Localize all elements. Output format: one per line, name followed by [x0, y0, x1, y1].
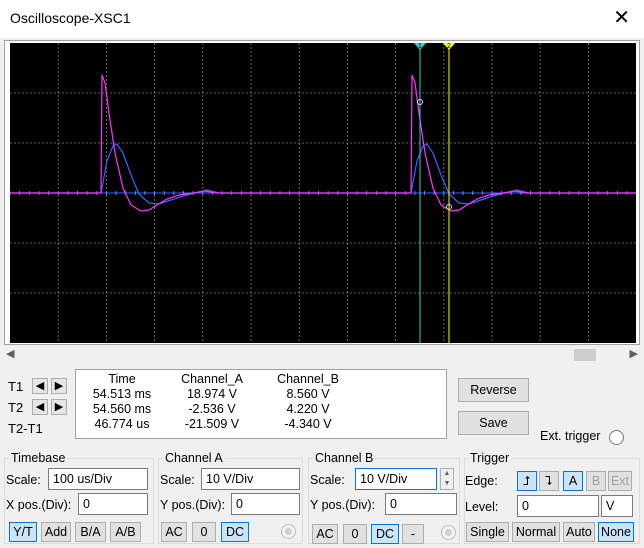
channel-b-radio — [441, 525, 456, 540]
timebase-xpos-label: X pos.(Div): — [6, 498, 72, 512]
channel-a-ypos-label: Y pos.(Div): — [160, 498, 226, 512]
channel-b-ypos-field[interactable]: 0 — [385, 493, 457, 515]
cursor-1-label: 1 — [418, 43, 422, 50]
reverse-button[interactable]: Reverse — [458, 378, 529, 402]
channel-a-scale-field[interactable]: 10 V/Div — [201, 468, 300, 490]
rising-edge-icon[interactable]: ⮥ — [517, 471, 537, 491]
window-title: Oscilloscope-XSC1 — [10, 10, 131, 26]
channel-a-scale-label: Scale: — [160, 473, 195, 487]
trigger-level-label: Level: — [465, 500, 499, 514]
channel-a-radio — [281, 524, 296, 539]
scope-display-frame: 1 2 — [4, 40, 640, 345]
mode-ba-button[interactable]: B/A — [75, 522, 106, 542]
time-header: Time — [108, 372, 136, 386]
scrollbar-thumb[interactable] — [574, 349, 596, 361]
cursor-readout-table: Time 54.513 ms 54.560 ms 46.774 us Chann… — [75, 369, 447, 439]
channel-a-ac-button[interactable]: AC — [161, 522, 187, 542]
channel-a-dc-button[interactable]: DC — [221, 522, 249, 542]
timebase-xpos-field[interactable]: 0 — [78, 493, 148, 515]
time-column: Time 54.513 ms 54.560 ms 46.774 us — [80, 372, 164, 432]
scroll-left-icon[interactable]: ◀ — [6, 347, 14, 360]
scope-screen: 1 2 — [10, 43, 636, 343]
falling-edge-icon[interactable]: ⮧ — [539, 471, 559, 491]
close-icon[interactable]: ✕ — [613, 6, 630, 30]
channel-b-column: Channel_B 8.560 V 4.220 V -4.340 V — [268, 372, 348, 432]
t1-left-arrow-icon[interactable]: ◀ — [32, 378, 48, 394]
channel-b-header: Channel_B — [277, 372, 339, 386]
diff-time: 46.774 us — [94, 417, 150, 431]
trigger-source-b-button: B — [586, 471, 606, 491]
channel-a-column: Channel_A 18.974 V -2.536 V -21.509 V — [172, 372, 252, 432]
trigger-source-ext-button: Ext — [608, 471, 632, 491]
mode-add-button[interactable]: Add — [41, 522, 71, 542]
timebase-scale-label: Scale: — [6, 473, 41, 487]
timebase-title: Timebase — [9, 451, 68, 465]
trigger-normal-button[interactable]: Normal — [512, 522, 560, 542]
channel-a-header: Channel_A — [181, 372, 243, 386]
save-button[interactable]: Save — [458, 411, 529, 435]
t1-channel-b: 8.560 V — [286, 387, 330, 401]
mode-yt-button[interactable]: Y/T — [9, 522, 37, 542]
trigger-edge-label: Edge: — [465, 474, 498, 488]
timebase-scale-field[interactable]: 100 us/Div — [48, 468, 148, 490]
t2-channel-a: -2.536 V — [188, 402, 236, 416]
channel-a-zero-button[interactable]: 0 — [192, 522, 216, 542]
scroll-right-icon[interactable]: ▶ — [630, 347, 638, 360]
ext-trigger-radio[interactable] — [609, 430, 624, 445]
t1-time: 54.513 ms — [92, 387, 152, 401]
channel-b-title: Channel B — [313, 451, 376, 465]
t2-label: T2 — [8, 400, 24, 415]
channel-b-ypos-label: Y pos.(Div): — [310, 498, 376, 512]
diff-channel-a: -21.509 V — [184, 417, 240, 431]
cursor-2-label: 2 — [447, 43, 451, 50]
trigger-level-field[interactable]: 0 — [517, 495, 599, 517]
t2-channel-b: 4.220 V — [286, 402, 330, 416]
t2-right-arrow-icon[interactable]: ▶ — [51, 399, 67, 415]
t2-t1-label: T2-T1 — [8, 421, 43, 436]
trigger-none-button[interactable]: None — [598, 522, 634, 542]
channel-b-zero-button[interactable]: 0 — [343, 524, 367, 544]
trigger-source-a-button[interactable]: A — [563, 471, 583, 491]
channel-b-scale-spinner[interactable]: ▲ ▼ — [440, 468, 454, 490]
channel-a-title: Channel A — [163, 451, 225, 465]
t1-right-arrow-icon[interactable]: ▶ — [51, 378, 67, 394]
trigger-auto-button[interactable]: Auto — [563, 522, 595, 542]
mode-ab-button[interactable]: A/B — [110, 522, 141, 542]
channel-b-dc-button[interactable]: DC — [371, 524, 399, 544]
channel-b-scale-field[interactable]: 10 V/Div — [355, 468, 437, 490]
cursor-controls: T1 ◀ ▶ T2 ◀ ▶ T2-T1 — [8, 376, 72, 439]
ext-trigger-label: Ext. trigger — [540, 429, 601, 443]
channel-b-ac-button[interactable]: AC — [312, 524, 338, 544]
channel-a-ypos-field[interactable]: 0 — [231, 493, 300, 515]
trigger-level-unit-select[interactable]: V — [601, 495, 633, 517]
t2-left-arrow-icon[interactable]: ◀ — [32, 399, 48, 415]
diff-channel-b: -4.340 V — [284, 417, 332, 431]
channel-b-scale-label: Scale: — [310, 473, 345, 487]
t1-label: T1 — [8, 379, 24, 394]
t1-channel-a: 18.974 V — [186, 387, 238, 401]
trigger-single-button[interactable]: Single — [466, 522, 509, 542]
channel-b-invert-button[interactable]: - — [402, 524, 424, 544]
trigger-title: Trigger — [468, 451, 512, 465]
t2-time: 54.560 ms — [92, 402, 152, 416]
time-scrollbar[interactable]: ◀ ▶ — [4, 347, 640, 363]
title-bar: Oscilloscope-XSC1 ✕ — [0, 0, 644, 38]
